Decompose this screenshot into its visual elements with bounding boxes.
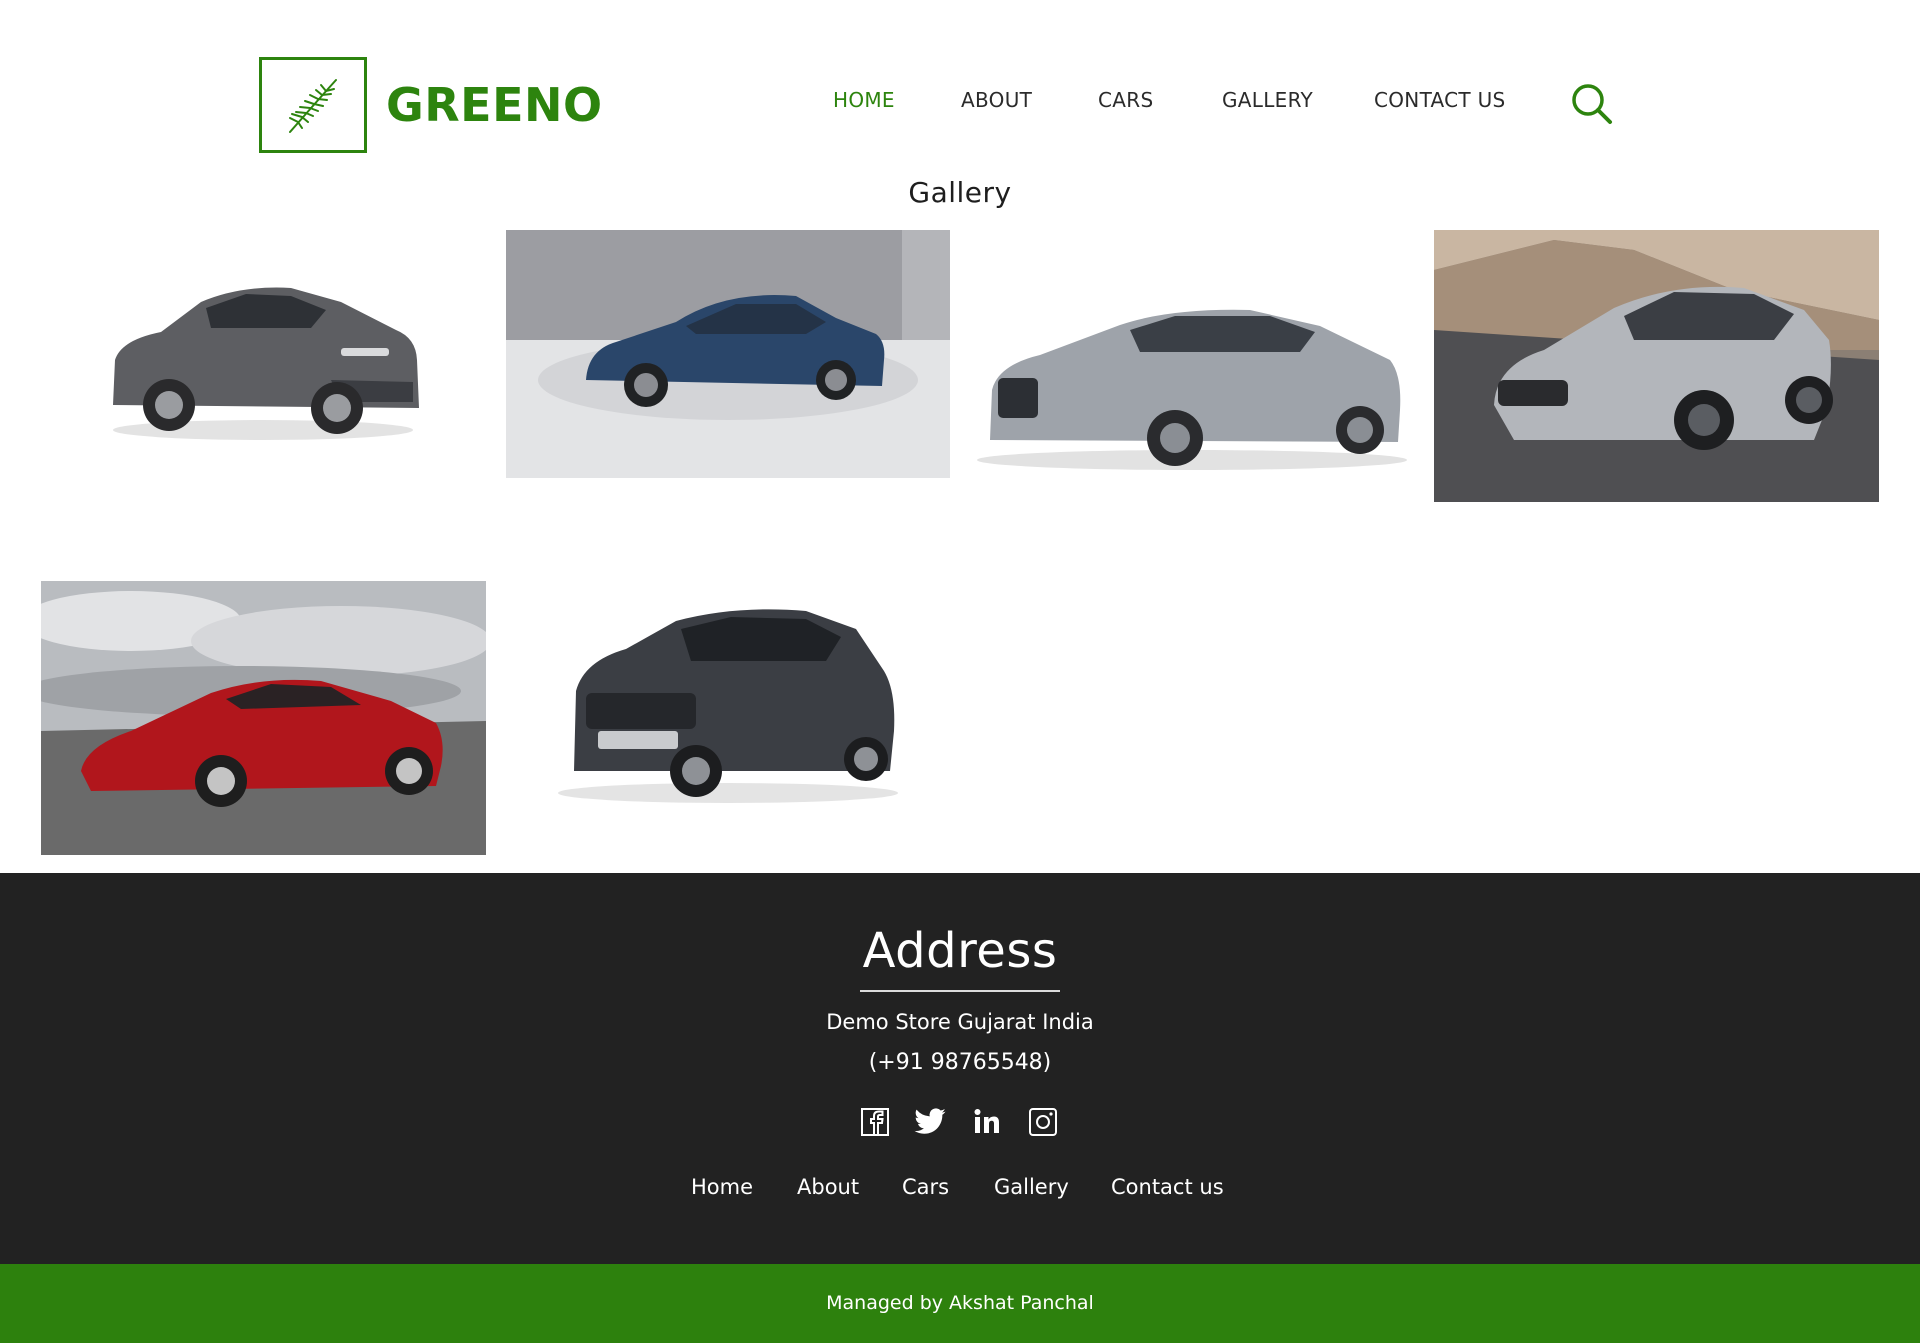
gallery-image-4[interactable] — [1434, 230, 1879, 502]
footer-divider — [860, 990, 1060, 992]
footer-link-contact-us[interactable]: Contact us — [1111, 1175, 1224, 1199]
nav-home[interactable]: HOME — [833, 88, 895, 112]
gallery-image-1[interactable] — [41, 230, 486, 480]
bottom-bar: Managed by Akshat Panchal — [0, 1264, 1920, 1343]
facebook-icon[interactable] — [858, 1105, 892, 1139]
managed-by-text: Managed by Akshat Panchal — [826, 1292, 1094, 1314]
gallery-image-6[interactable] — [506, 581, 950, 831]
nav-contact-us[interactable]: CONTACT US — [1374, 88, 1506, 112]
site-header: GREENO HOME ABOUT CARS GALLERY CONTACT U… — [0, 0, 1920, 170]
nav-about[interactable]: ABOUT — [961, 88, 1032, 112]
instagram-icon[interactable] — [1026, 1105, 1060, 1139]
gallery-title: Gallery — [908, 176, 1012, 209]
footer-link-gallery[interactable]: Gallery — [994, 1175, 1069, 1199]
footer-link-cars[interactable]: Cars — [902, 1175, 949, 1199]
footer-link-about[interactable]: About — [797, 1175, 859, 1199]
gallery-image-5[interactable] — [41, 581, 486, 855]
footer-heading: Address — [862, 923, 1058, 979]
footer-link-home[interactable]: Home — [691, 1175, 753, 1199]
footer-phone: (+91 98765548) — [868, 1050, 1052, 1075]
linkedin-icon[interactable] — [970, 1105, 1004, 1139]
nav-gallery[interactable]: GALLERY — [1222, 88, 1313, 112]
site-footer: Address Demo Store Gujarat India (+91 98… — [0, 873, 1920, 1264]
main-nav: HOME ABOUT CARS GALLERY CONTACT US — [0, 88, 1920, 118]
gallery-image-3[interactable] — [970, 230, 1414, 480]
footer-address: Demo Store Gujarat India — [826, 1010, 1094, 1034]
twitter-icon[interactable] — [913, 1105, 947, 1139]
search-icon[interactable] — [1570, 82, 1614, 126]
gallery-image-2[interactable] — [506, 230, 950, 478]
nav-cars[interactable]: CARS — [1098, 88, 1153, 112]
